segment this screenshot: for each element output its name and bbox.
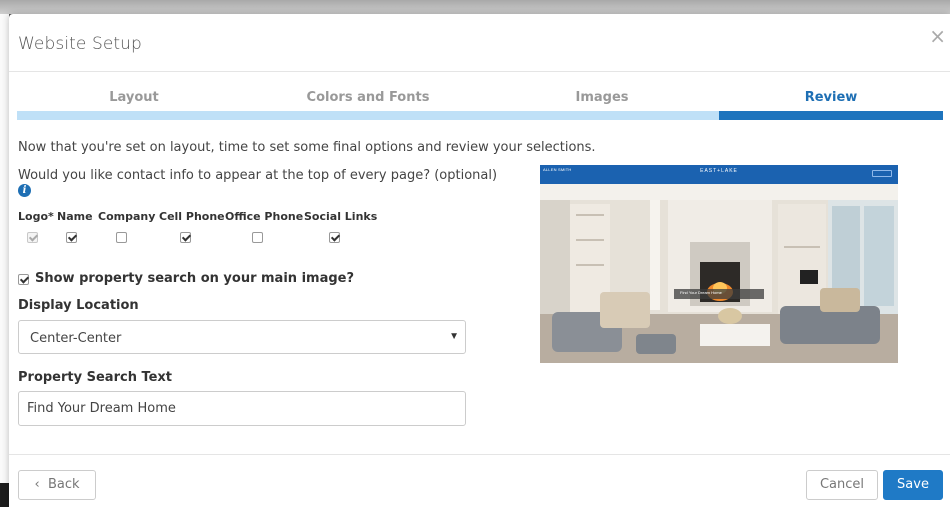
step-review[interactable]: Review [719, 88, 943, 120]
website-setup-modal: Website Setup × Layout Colors and Fonts … [9, 14, 950, 507]
step-layout[interactable]: Layout [17, 88, 251, 120]
step-progress-bar [17, 111, 251, 120]
cell-phone-checkbox[interactable] [180, 232, 191, 243]
display-location-value: Center-Center [30, 331, 122, 346]
property-search-text-input[interactable] [18, 391, 466, 426]
website-preview-image: ALLEN SMITH EAST+LAKE Find Your Dream Ho… [540, 165, 898, 363]
step-label: Colors and Fonts [306, 90, 430, 105]
contact-option-label: Logo* [18, 210, 54, 223]
contact-option-label: Company [98, 210, 156, 223]
chevron-left-icon: ‹ [34, 477, 40, 492]
step-progress-bar [251, 111, 485, 120]
caret-down-icon: ▼ [449, 331, 459, 342]
back-button[interactable]: ‹ Back [18, 470, 96, 500]
contact-option-office-phone: Office Phone [225, 210, 304, 243]
backdrop-left [0, 14, 9, 507]
step-label: Layout [109, 90, 159, 105]
preview-header: ALLEN SMITH EAST+LAKE [540, 165, 898, 184]
show-property-search-checkbox[interactable] [18, 274, 29, 285]
step-colors-and-fonts[interactable]: Colors and Fonts [251, 88, 485, 120]
info-icon[interactable]: i [18, 184, 31, 197]
property-search-text-label: Property Search Text [18, 370, 173, 385]
contact-option-label: Cell Phone [159, 210, 225, 223]
preview-brand: EAST+LAKE [700, 168, 738, 174]
name-checkbox[interactable] [66, 232, 77, 243]
step-progress-bar [719, 111, 943, 120]
contact-option-label: Social Links [304, 210, 378, 223]
cancel-button[interactable]: Cancel [806, 470, 878, 500]
contact-option-label: Office Phone [225, 210, 304, 223]
contact-option-company: Company [98, 210, 156, 243]
preview-header-button [872, 170, 892, 177]
contact-option-social-links: Social Links [304, 210, 378, 243]
modal-header: Website Setup × [9, 14, 950, 72]
step-label: Images [575, 90, 629, 105]
social-links-checkbox[interactable] [329, 232, 340, 243]
backdrop-corner [0, 483, 9, 507]
contact-option-name: Name [57, 210, 93, 243]
close-icon[interactable]: × [929, 26, 946, 46]
contact-info-question: Would you like contact info to appear at… [18, 168, 498, 183]
step-label: Review [804, 90, 858, 105]
preview-search-text: Find Your Dream Home [680, 290, 722, 295]
modal-title: Website Setup [18, 34, 142, 54]
intro-text: Now that you're set on layout, time to s… [18, 140, 596, 155]
display-location-select[interactable]: Center-Center ▼ [18, 320, 466, 354]
logo-checkbox [27, 232, 38, 243]
backdrop-top [0, 0, 950, 14]
step-progress-bar [485, 111, 719, 120]
modal-footer: ‹ Back Cancel Save [9, 454, 950, 507]
contact-option-label: Name [57, 210, 93, 223]
company-checkbox[interactable] [116, 232, 127, 243]
office-phone-checkbox[interactable] [252, 232, 263, 243]
wizard-steps: Layout Colors and Fonts Images Review [17, 88, 943, 120]
save-button[interactable]: Save [883, 470, 943, 500]
contact-option-logo: Logo* [18, 210, 54, 243]
step-images[interactable]: Images [485, 88, 719, 120]
show-property-search-label: Show property search on your main image? [35, 271, 355, 286]
living-room-photo [540, 184, 898, 363]
back-button-label: Back [47, 477, 80, 492]
display-location-label: Display Location [18, 298, 139, 313]
contact-option-cell-phone: Cell Phone [159, 210, 225, 243]
